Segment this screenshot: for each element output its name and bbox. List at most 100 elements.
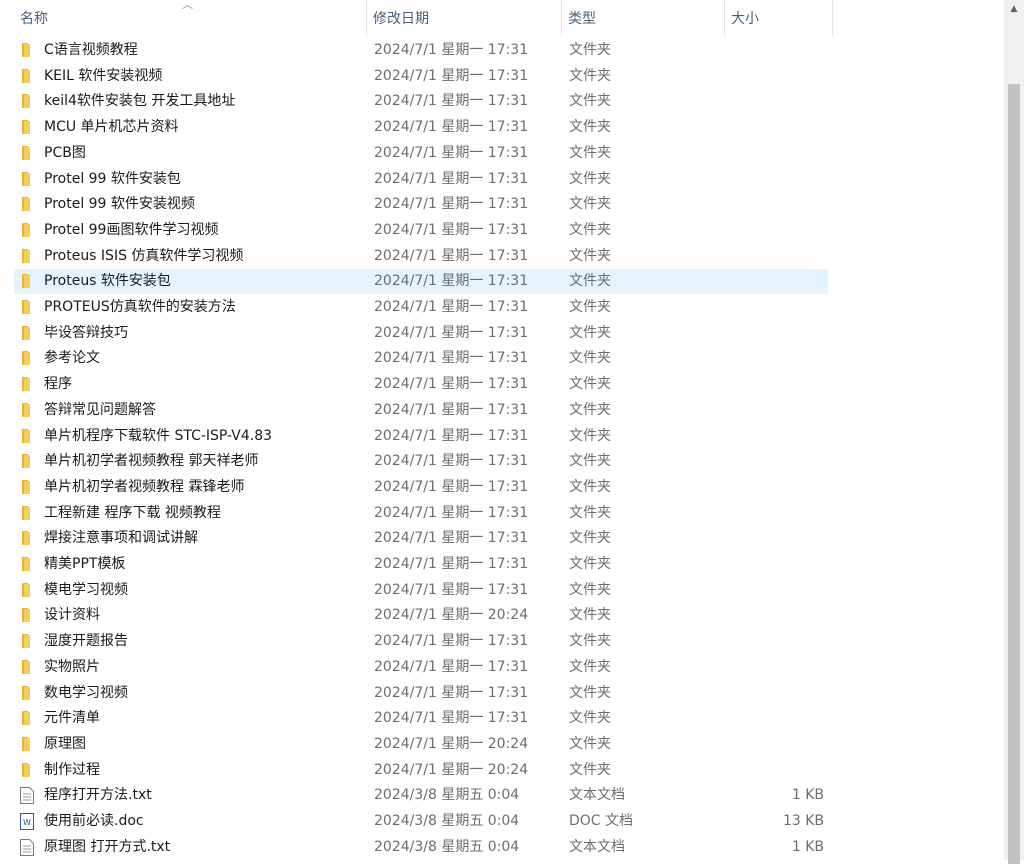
folder-row[interactable]: 答辩常见问题解答 2024/7/1 星期一 17:31 文件夹 [14, 398, 828, 423]
folder-icon [20, 119, 34, 136]
sort-up-icon: ︿ [182, 0, 193, 11]
folder-icon [20, 171, 34, 188]
column-name-label: 名称 [20, 11, 48, 27]
folder-icon [20, 402, 34, 419]
modified-date: 2024/7/1 星期一 17:31 [374, 299, 529, 315]
file-type: 文件夹 [569, 119, 611, 136]
file-type: 文件夹 [569, 170, 611, 187]
folder-row[interactable]: 元件清单 2024/7/1 星期一 17:31 文件夹 [14, 706, 828, 731]
folder-icon [20, 710, 34, 727]
folder-icon [20, 736, 34, 753]
modified-date: 2024/7/1 星期一 17:31 [374, 350, 529, 367]
file-name: PROTEUS仿真软件的安装方法 [44, 299, 236, 315]
file-name: 毕设答辩技巧 [44, 324, 128, 341]
folder-icon [20, 607, 34, 624]
folder-row[interactable]: keil4软件安装包 开发工具地址 2024/7/1 星期一 17:31 文件夹 [14, 89, 828, 114]
file-name: 答辩常见问题解答 [44, 401, 156, 418]
modified-date: 2024/7/1 星期一 17:31 [374, 273, 529, 290]
folder-icon [20, 428, 34, 445]
folder-row[interactable]: 实物照片 2024/7/1 星期一 17:31 文件夹 [14, 655, 828, 680]
modified-date: 2024/7/1 星期一 17:31 [374, 376, 529, 393]
folder-row[interactable]: Protel 99画图软件学习视频 2024/7/1 星期一 17:31 文件夹 [14, 218, 828, 243]
column-size-label: 大小 [731, 11, 759, 27]
folder-row[interactable]: 原理图 2024/7/1 星期一 20:24 文件夹 [14, 732, 828, 757]
scroll-up-arrow-icon[interactable]: ▲ [1004, 0, 1024, 18]
file-type: 文件夹 [569, 761, 611, 778]
modified-date: 2024/7/1 星期一 17:31 [374, 658, 529, 675]
folder-row[interactable]: 单片机初学者视频教程 郭天祥老师 2024/7/1 星期一 17:31 文件夹 [14, 449, 828, 474]
file-name: 参考论文 [44, 350, 100, 367]
folder-row[interactable]: 制作过程 2024/7/1 星期一 20:24 文件夹 [14, 758, 828, 783]
folder-icon [20, 222, 34, 239]
word-document-icon: W [20, 813, 34, 830]
folder-icon [20, 299, 34, 316]
folder-icon [20, 453, 34, 470]
folder-row[interactable]: 单片机初学者视频教程 霖锋老师 2024/7/1 星期一 17:31 文件夹 [14, 475, 828, 500]
folder-row[interactable]: C语言视频教程 2024/7/1 星期一 17:31 文件夹 [14, 38, 828, 63]
column-header-date[interactable]: 修改日期 [367, 0, 562, 36]
folder-row[interactable]: 单片机程序下载软件 STC-ISP-V4.83 2024/7/1 星期一 17:3… [14, 424, 828, 449]
file-type: 文件夹 [569, 504, 611, 521]
modified-date: 2024/7/1 星期一 17:31 [374, 144, 529, 161]
file-type: 文件夹 [569, 299, 611, 315]
text-document-icon [20, 787, 34, 805]
folder-row[interactable]: 湿度开题报告 2024/7/1 星期一 17:31 文件夹 [14, 629, 828, 654]
file-type: 文件夹 [569, 144, 611, 161]
modified-date: 2024/7/1 星期一 17:31 [374, 401, 529, 418]
folder-icon [20, 530, 34, 547]
modified-date: 2024/7/1 星期一 17:31 [374, 504, 529, 521]
modified-date: 2024/7/1 星期一 17:31 [374, 93, 529, 110]
text-document-icon [20, 838, 34, 856]
folder-row[interactable]: KEIL 软件安装视频 2024/7/1 星期一 17:31 文件夹 [14, 64, 828, 89]
folder-icon [20, 376, 34, 393]
file-type: 文件夹 [569, 684, 611, 701]
file-type: 文本文档 [569, 787, 625, 804]
folder-row[interactable]: 参考论文 2024/7/1 星期一 17:31 文件夹 [14, 346, 828, 371]
folder-row[interactable]: MCU 单片机芯片资料 2024/7/1 星期一 17:31 文件夹 [14, 115, 828, 140]
file-row[interactable]: W 使用前必读.doc 2024/3/8 星期五 0:04 DOC 文档 13 KB [14, 809, 828, 834]
folder-icon [20, 68, 34, 85]
column-header-size[interactable]: 大小 [725, 0, 833, 36]
file-name: KEIL 软件安装视频 [44, 67, 163, 84]
file-type: 文本文档 [569, 838, 625, 855]
scrollbar-thumb[interactable] [1008, 84, 1020, 864]
folder-icon [20, 273, 34, 290]
folder-row[interactable]: 数电学习视频 2024/7/1 星期一 17:31 文件夹 [14, 681, 828, 706]
folder-row[interactable]: 毕设答辩技巧 2024/7/1 星期一 17:31 文件夹 [14, 321, 828, 346]
folder-row[interactable]: Proteus 软件安装包 2024/7/1 星期一 17:31 文件夹 [14, 269, 828, 295]
folder-row[interactable]: Protel 99 软件安装包 2024/7/1 星期一 17:31 文件夹 [14, 167, 828, 192]
file-name: 制作过程 [44, 761, 100, 778]
folder-row[interactable]: 程序 2024/7/1 星期一 17:31 文件夹 [14, 372, 828, 397]
folder-icon [20, 325, 34, 342]
file-type: 文件夹 [569, 658, 611, 675]
file-name: 焊接注意事项和调试讲解 [44, 530, 198, 547]
modified-date: 2024/7/1 星期一 17:31 [374, 221, 529, 238]
file-row[interactable]: 原理图 打开方式.txt 2024/3/8 星期五 0:04 文本文档 1 KB [14, 835, 828, 860]
file-name: 工程新建 程序下载 视频教程 [44, 504, 221, 521]
vertical-scrollbar[interactable]: ▲ [1004, 0, 1024, 864]
folder-row[interactable]: PROTEUS仿真软件的安装方法 2024/7/1 星期一 17:31 文件夹 [14, 295, 828, 320]
column-type-label: 类型 [568, 11, 596, 27]
file-name: keil4软件安装包 开发工具地址 [44, 93, 236, 110]
folder-row[interactable]: Protel 99 软件安装视频 2024/7/1 星期一 17:31 文件夹 [14, 192, 828, 217]
file-type: 文件夹 [569, 221, 611, 238]
folder-row[interactable]: 精美PPT模板 2024/7/1 星期一 17:31 文件夹 [14, 552, 828, 577]
file-name: C语言视频教程 [44, 42, 138, 58]
file-name: MCU 单片机芯片资料 [44, 119, 179, 136]
file-name: Proteus 软件安装包 [44, 273, 171, 290]
file-name: Protel 99画图软件学习视频 [44, 221, 219, 238]
folder-row[interactable]: 模电学习视频 2024/7/1 星期一 17:31 文件夹 [14, 578, 828, 603]
folder-icon [20, 556, 34, 573]
file-type: 文件夹 [569, 67, 611, 84]
folder-row[interactable]: 工程新建 程序下载 视频教程 2024/7/1 星期一 17:31 文件夹 [14, 501, 828, 526]
folder-row[interactable]: PCB图 2024/7/1 星期一 17:31 文件夹 [14, 141, 828, 166]
column-date-label: 修改日期 [373, 11, 429, 27]
folder-row[interactable]: 设计资料 2024/7/1 星期一 20:24 文件夹 [14, 603, 828, 628]
column-header-type[interactable]: 类型 [562, 0, 725, 36]
file-type: 文件夹 [569, 350, 611, 367]
file-name: 湿度开题报告 [44, 633, 128, 650]
folder-row[interactable]: 焊接注意事项和调试讲解 2024/7/1 星期一 17:31 文件夹 [14, 526, 828, 551]
folder-row[interactable]: Proteus ISIS 仿真软件学习视频 2024/7/1 星期一 17:31 文… [14, 244, 828, 269]
file-row[interactable]: 程序打开方法.txt 2024/3/8 星期五 0:04 文本文档 1 KB [14, 783, 828, 808]
file-name: Protel 99 软件安装视频 [44, 196, 195, 213]
